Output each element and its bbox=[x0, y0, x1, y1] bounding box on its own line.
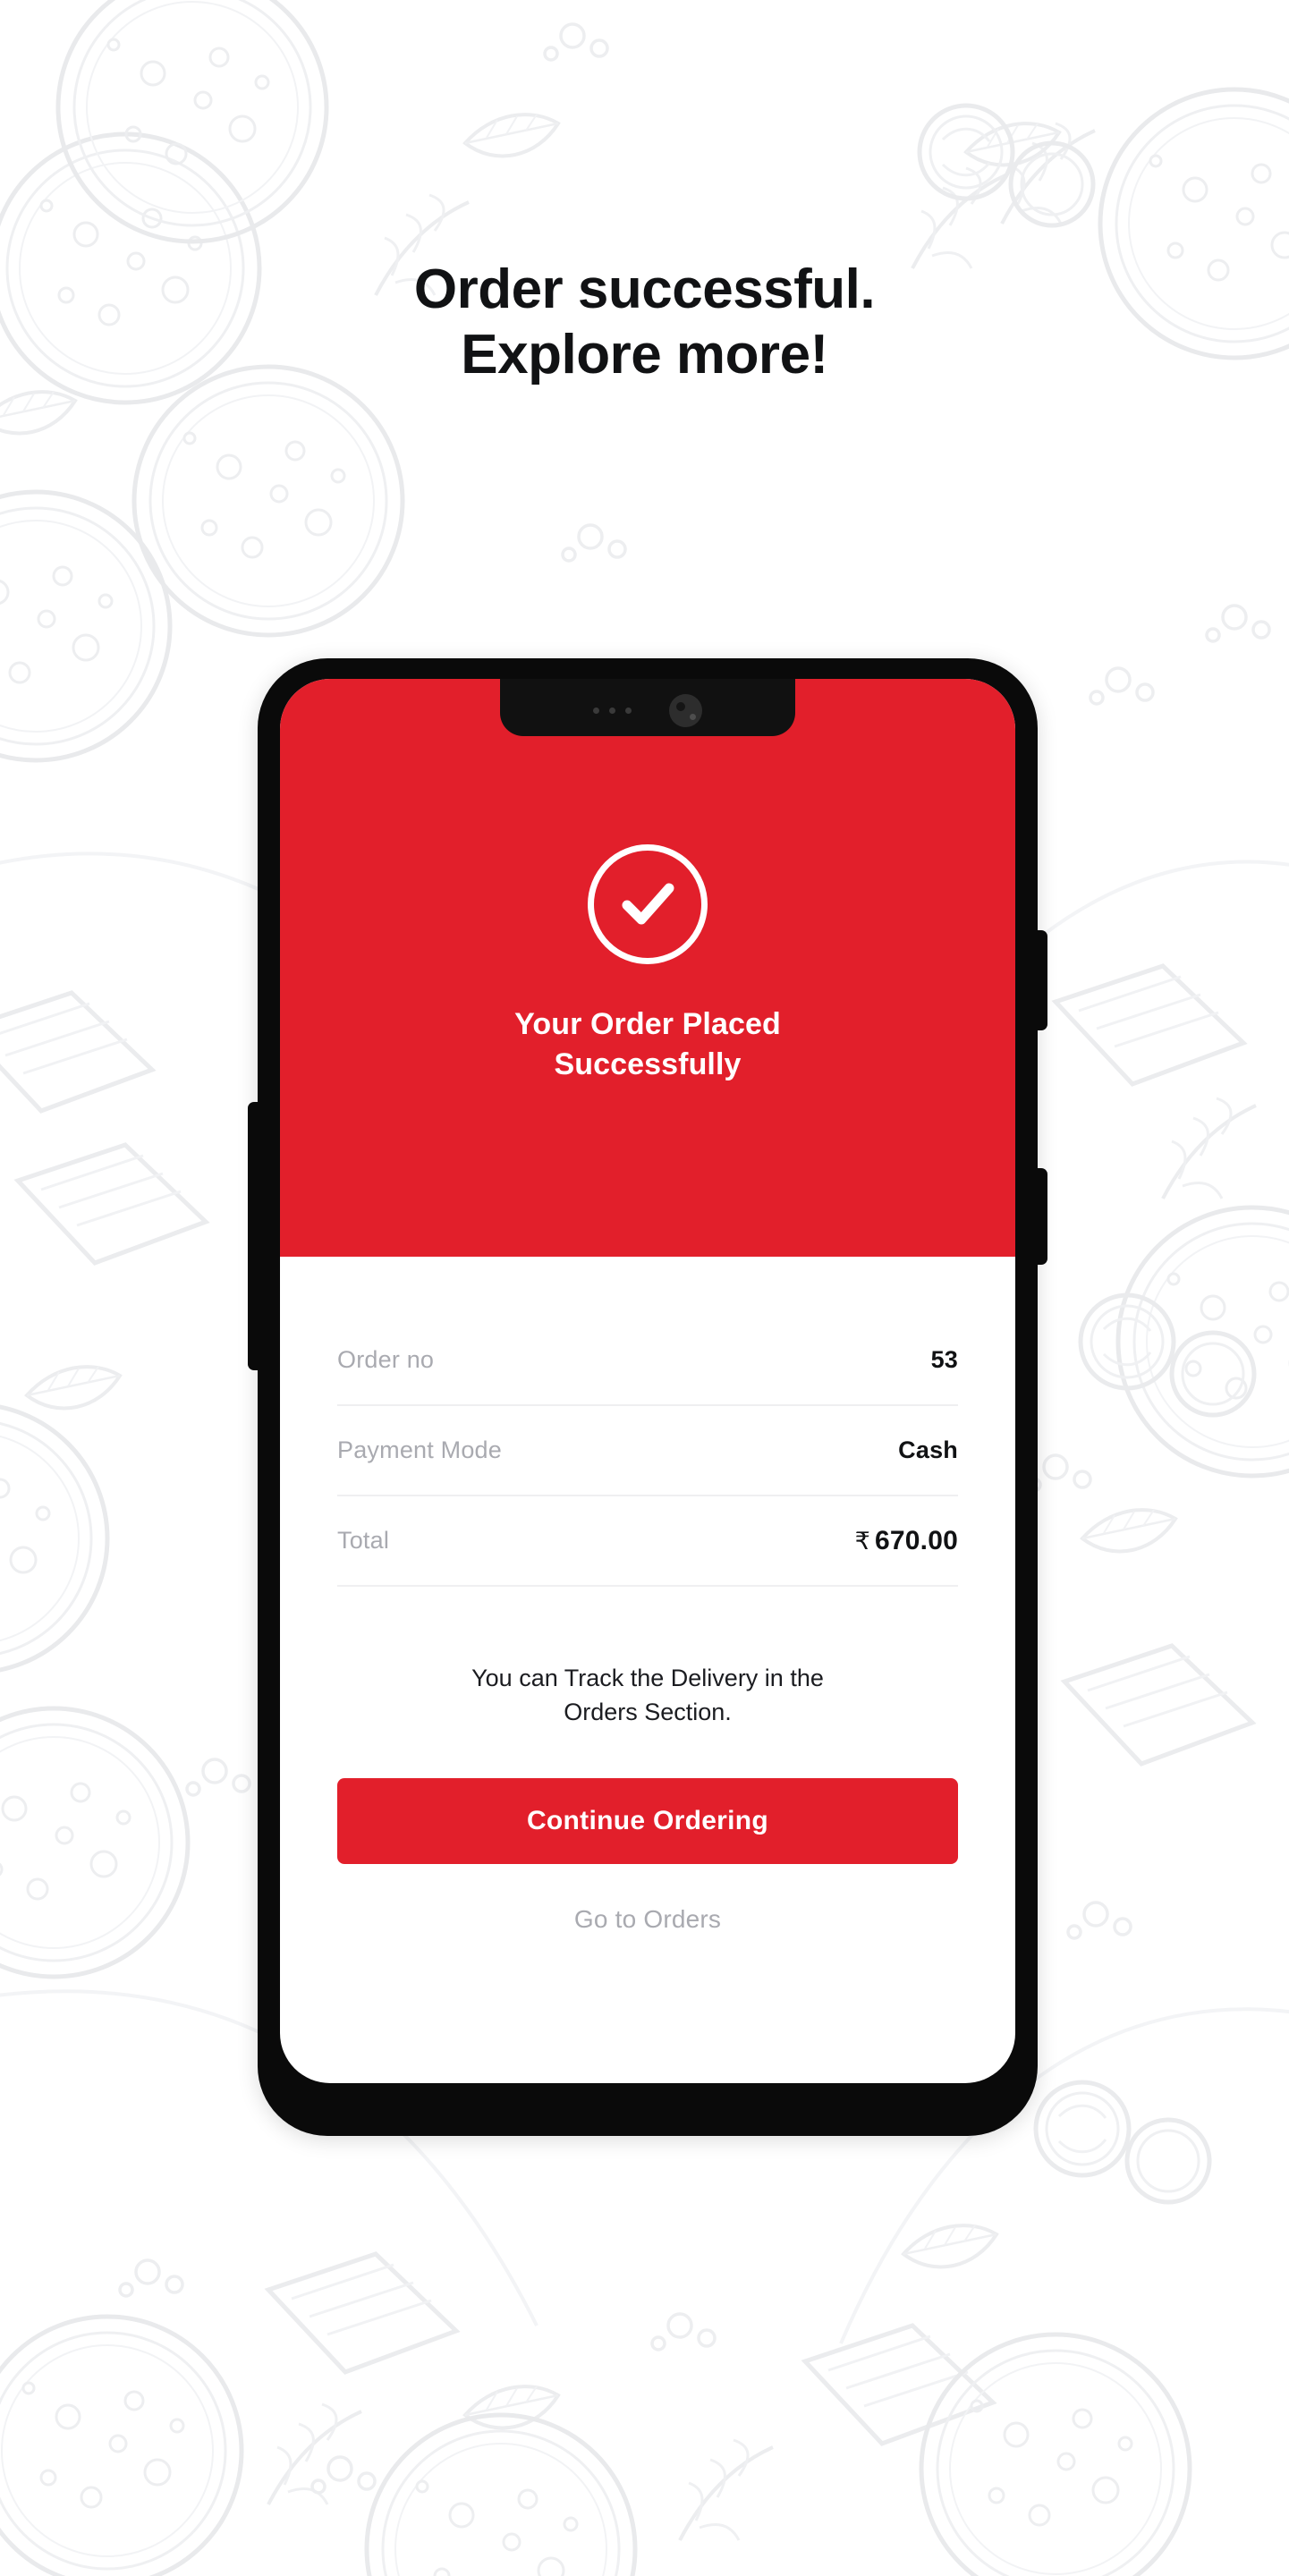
total-label: Total bbox=[337, 1527, 390, 1554]
page-title-line-2: Explore more! bbox=[461, 323, 828, 386]
total-amount: 670.00 bbox=[875, 1525, 958, 1555]
check-circle-icon bbox=[588, 844, 708, 964]
track-delivery-note: You can Track the Delivery in the Orders… bbox=[337, 1662, 958, 1730]
order-success-title-line-1: Your Order Placed bbox=[514, 1007, 781, 1041]
power-button[interactable] bbox=[1036, 930, 1047, 1030]
track-delivery-note-line-1: You can Track the Delivery in the bbox=[471, 1665, 824, 1691]
order-success-title-line-2: Successfully bbox=[554, 1047, 742, 1082]
page-title-line-1: Order successful. bbox=[413, 258, 876, 320]
track-delivery-note-line-2: Orders Section. bbox=[564, 1698, 732, 1725]
phone-notch bbox=[500, 679, 795, 736]
speaker-dot bbox=[609, 707, 615, 714]
go-to-orders-link[interactable]: Go to Orders bbox=[337, 1905, 958, 1934]
payment-mode-value: Cash bbox=[898, 1436, 958, 1463]
order-details-section: Order no 53 Payment Mode Cash Total ₹670… bbox=[280, 1257, 1015, 1934]
order-success-hero: Your Order Placed Successfully bbox=[280, 679, 1015, 1257]
secondary-side-button[interactable] bbox=[1036, 1168, 1047, 1265]
rupee-symbol-icon: ₹ bbox=[854, 1527, 871, 1555]
payment-mode-label: Payment Mode bbox=[337, 1436, 502, 1463]
page-title: Order successful. Explore more! bbox=[0, 258, 1289, 387]
order-number-label: Order no bbox=[337, 1346, 435, 1373]
speaker-dot bbox=[625, 707, 632, 714]
speaker-grill-icon bbox=[593, 707, 632, 714]
total-row: Total ₹670.00 bbox=[337, 1496, 958, 1587]
continue-ordering-button[interactable]: Continue Ordering bbox=[337, 1777, 958, 1864]
order-number-value: 53 bbox=[930, 1346, 958, 1373]
phone-mockup: Your Order Placed Successfully Order no … bbox=[248, 658, 1047, 2136]
front-camera-icon bbox=[669, 693, 702, 727]
speaker-dot bbox=[593, 707, 599, 714]
phone-screen: Your Order Placed Successfully Order no … bbox=[280, 679, 1015, 2083]
payment-mode-row: Payment Mode Cash bbox=[337, 1406, 958, 1496]
total-value: ₹670.00 bbox=[855, 1526, 958, 1556]
volume-rocker-button[interactable] bbox=[248, 1102, 259, 1370]
order-success-title: Your Order Placed Successfully bbox=[460, 1004, 835, 1085]
order-number-row: Order no 53 bbox=[337, 1316, 958, 1406]
